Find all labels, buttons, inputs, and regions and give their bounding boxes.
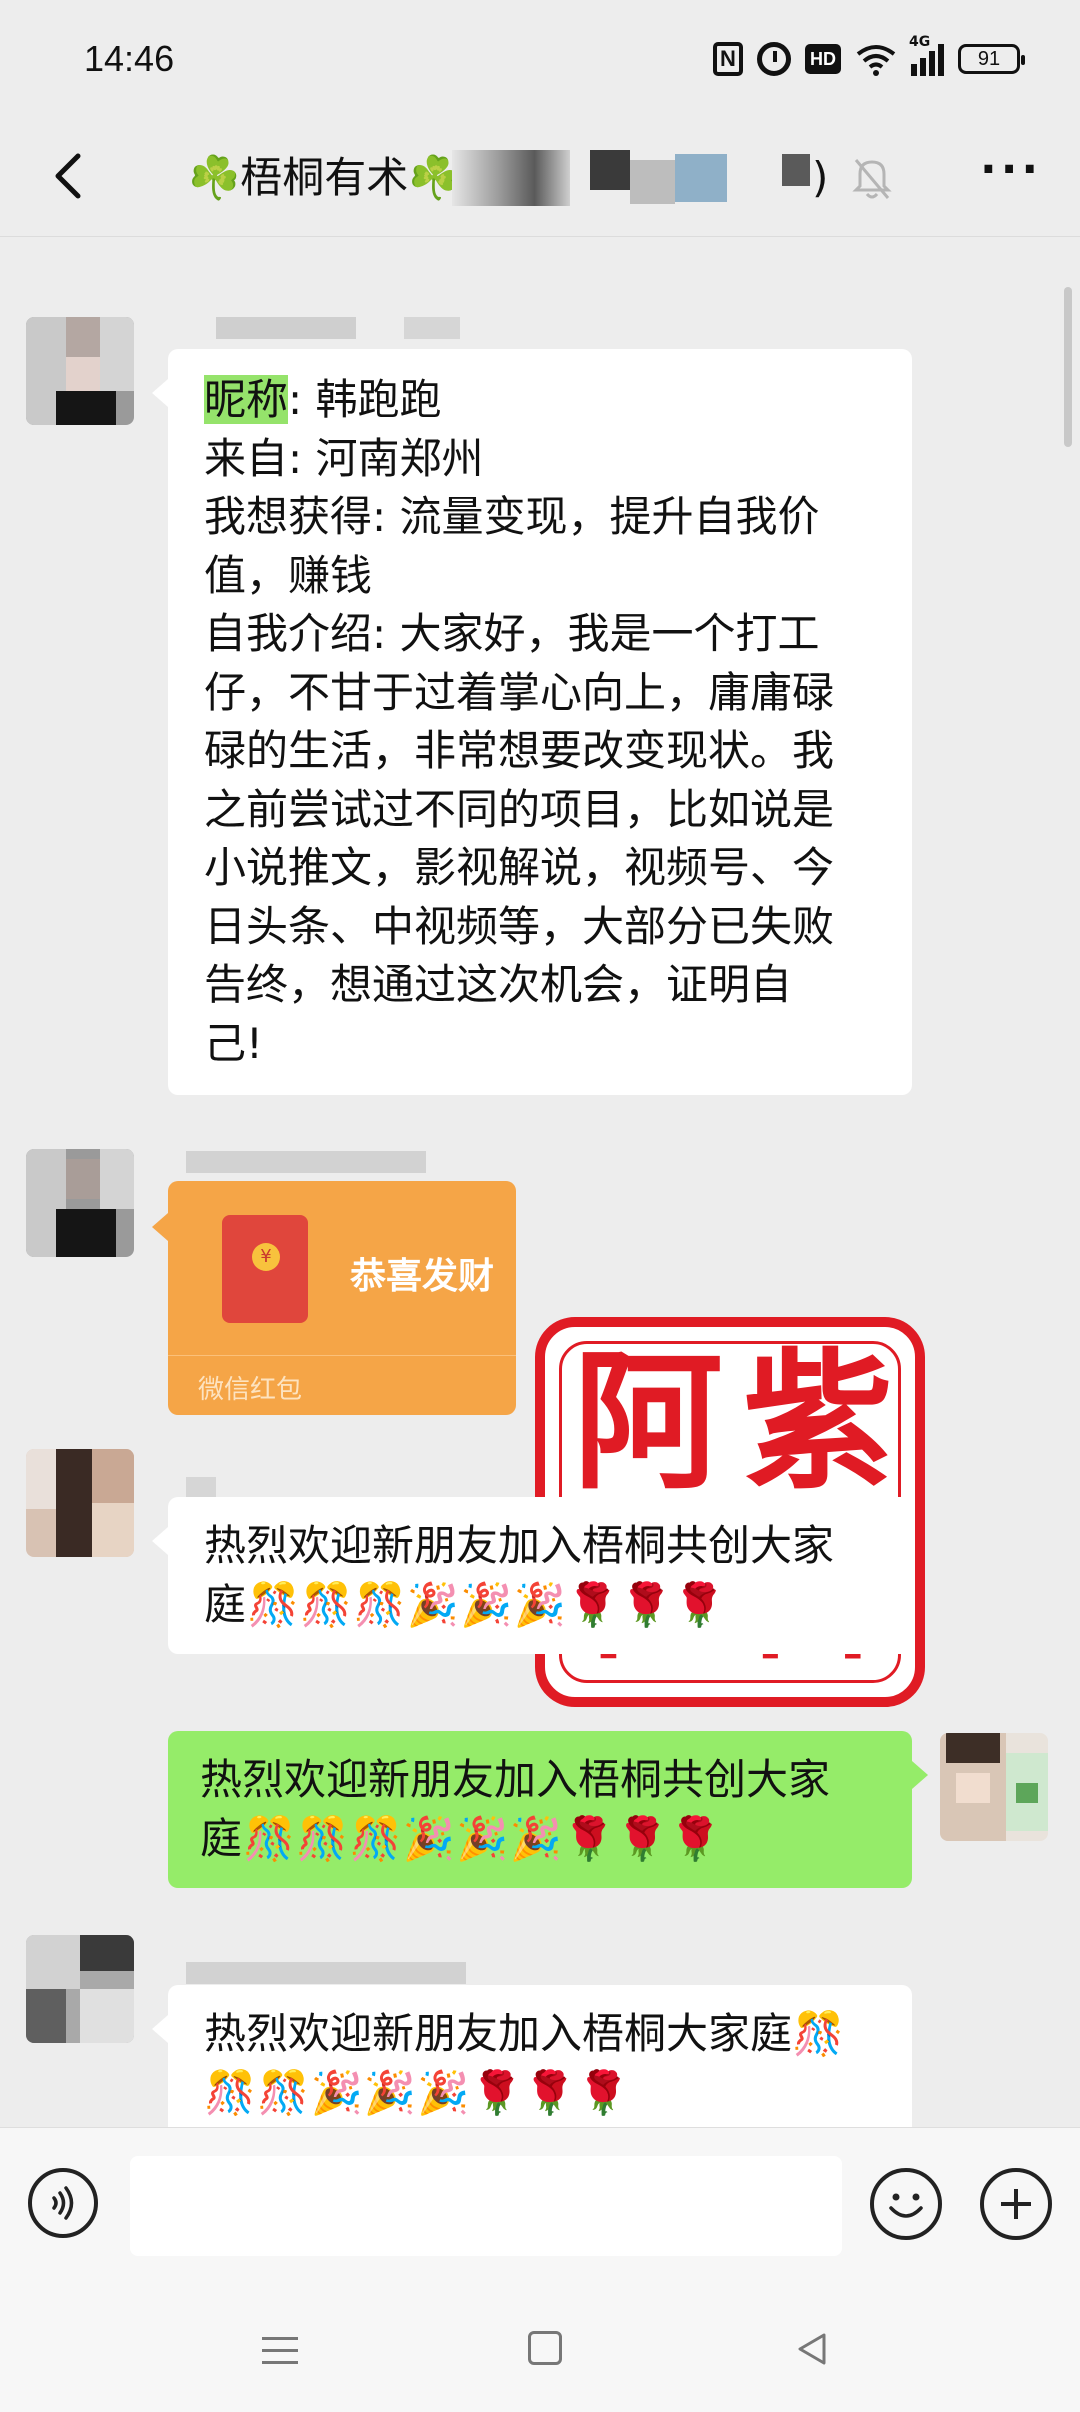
avatar[interactable] — [26, 1449, 134, 1557]
chat-title: ☘️梧桐有术☘️ — [188, 153, 461, 202]
plus-icon[interactable] — [980, 2168, 1052, 2240]
sender-name-blur — [186, 1151, 426, 1173]
title-blur — [782, 154, 810, 186]
emoji-icon[interactable] — [870, 2168, 942, 2240]
sender-name-blur — [216, 317, 356, 339]
red-packet-title: 恭喜发财 — [350, 1256, 495, 1297]
bell-off-icon — [852, 159, 892, 199]
sender-name-blur — [186, 1477, 216, 1499]
title-blur — [675, 154, 727, 202]
nfc-icon: N — [713, 42, 743, 76]
chat-header: ☘️梧桐有术☘️ ) ··· — [0, 120, 1080, 237]
hd-icon: HD — [805, 44, 841, 74]
status-bar: 14:46 N HD 4G 91 — [0, 0, 1080, 120]
red-envelope-icon: ¥ — [222, 1215, 308, 1323]
my-avatar[interactable] — [940, 1733, 1048, 1841]
alarm-icon — [757, 42, 791, 76]
red-packet-message[interactable]: ¥ 恭喜发财 微信红包 — [152, 1181, 516, 1415]
nav-back-icon[interactable] — [792, 2329, 832, 2369]
avatar[interactable] — [26, 1149, 134, 1257]
avatar[interactable] — [26, 1935, 134, 2043]
signal-icon: 4G — [909, 34, 944, 76]
status-icons: N HD 4G 91 — [713, 34, 1025, 76]
message-bubble[interactable]: 热烈欢迎新朋友加入梧桐大家庭🎊 🎊🎊🎉🎉🎉🌹🌹🌹 — [152, 1985, 912, 2127]
scrollbar[interactable] — [1064, 287, 1072, 447]
title-blur — [590, 150, 630, 190]
highlighted-text: 昵称 — [204, 375, 289, 424]
message-input[interactable] — [130, 2156, 842, 2256]
red-packet-label: 微信红包 — [198, 1375, 303, 1405]
status-time: 14:46 — [84, 38, 175, 79]
input-bar — [0, 2127, 1080, 2288]
sender-name-blur — [404, 317, 460, 339]
more-dots-icon[interactable]: ··· — [980, 148, 1040, 200]
message-bubble[interactable]: 热烈欢迎新朋友加入梧桐共创大家 庭🎊🎊🎊🎉🎉🎉🌹🌹🌹 — [152, 1497, 912, 1654]
home-icon[interactable] — [528, 2331, 562, 2365]
my-message-bubble[interactable]: 热烈欢迎新朋友加入梧桐共创大家 庭🎊🎊🎊🎉🎉🎉🌹🌹🌹 — [168, 1731, 928, 1888]
divider — [168, 1355, 516, 1356]
sender-name-blur — [186, 1962, 466, 1984]
wifi-icon — [856, 45, 896, 76]
recent-apps-icon[interactable] — [262, 2337, 298, 2365]
chevron-left-icon[interactable] — [40, 146, 100, 206]
battery-icon: 91 — [958, 44, 1025, 74]
voice-icon[interactable] — [28, 2168, 98, 2238]
message-bubble[interactable]: 昵称: 韩跑跑 来自: 河南郑州 我想获得: 流量变现，提升自我价 值，赚钱 自… — [152, 349, 912, 1095]
chat-area: 昵称: 韩跑跑 来自: 河南郑州 我想获得: 流量变现，提升自我价 值，赚钱 自… — [0, 237, 1080, 2127]
avatar[interactable] — [26, 317, 134, 425]
title-suffix: ) — [812, 153, 829, 202]
system-nav-bar — [0, 2287, 1080, 2412]
title-blur — [452, 150, 570, 206]
title-blur — [630, 160, 675, 204]
